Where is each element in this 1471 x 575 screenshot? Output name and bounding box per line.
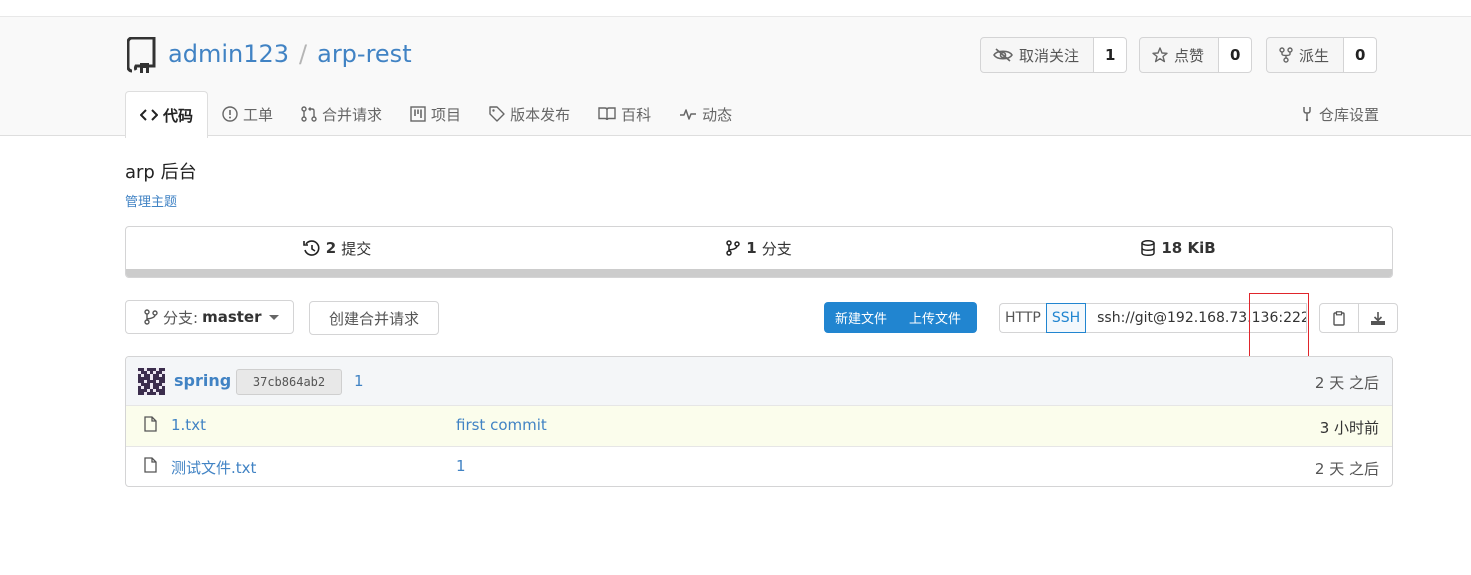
- branch-icon: [144, 309, 158, 325]
- file-name[interactable]: 测试文件.txt: [171, 457, 256, 478]
- language-bar: [126, 269, 1392, 277]
- repo-owner-link[interactable]: admin123: [168, 40, 289, 68]
- file-commit-message[interactable]: first commit: [456, 416, 547, 434]
- commit-author[interactable]: spring: [174, 371, 231, 390]
- file-name[interactable]: 1.txt: [171, 416, 206, 434]
- tab-code[interactable]: 代码: [125, 91, 209, 138]
- file-commit-message[interactable]: 1: [456, 457, 466, 475]
- download-button[interactable]: [1358, 303, 1399, 333]
- unwatch-button[interactable]: 取消关注: [980, 37, 1095, 73]
- clone-box: HTTP SSH ssh://git@192.168.73.136:222/ad…: [999, 303, 1399, 333]
- history-icon: [302, 239, 320, 256]
- tab-releases[interactable]: 版本发布: [475, 91, 584, 137]
- tab-wiki-label: 百科: [621, 105, 652, 124]
- eye-slash-icon: [993, 48, 1013, 62]
- pull-request-icon: [301, 106, 317, 122]
- database-icon: [1141, 240, 1156, 256]
- tab-issues-label: 工单: [243, 105, 274, 124]
- fork-label: 派生: [1299, 46, 1330, 65]
- repo-header: admin123 / arp-rest 取消关注 1 点赞 0 派生 0 代码 工单: [0, 16, 1471, 138]
- chevron-down-icon: [269, 314, 280, 320]
- tab-pull-requests[interactable]: 合并请求: [287, 91, 396, 137]
- annotation-highlight-box: [1249, 293, 1309, 359]
- tab-releases-label: 版本发布: [510, 105, 571, 124]
- fork-icon: [1279, 47, 1293, 63]
- branches-label: 分支: [761, 239, 792, 258]
- ssh-button[interactable]: SSH: [1045, 303, 1087, 333]
- code-icon: [140, 109, 158, 121]
- tab-issues[interactable]: 工单: [208, 91, 287, 137]
- tab-projects-label: 项目: [431, 105, 462, 124]
- table-row[interactable]: 测试文件.txt 1 2 天 之后: [126, 446, 1392, 486]
- book-icon: [598, 107, 616, 121]
- repo-size: 18 KiB: [1161, 239, 1216, 257]
- copy-url-button[interactable]: [1319, 303, 1360, 333]
- wrench-icon: [1303, 107, 1311, 122]
- commits-stat[interactable]: 2 提交: [126, 227, 548, 269]
- tab-projects[interactable]: 项目: [396, 91, 475, 137]
- http-button[interactable]: HTTP: [999, 303, 1046, 333]
- file-icon: [144, 416, 157, 432]
- commit-sha[interactable]: 37cb864ab2: [236, 369, 342, 395]
- file-icon: [144, 457, 157, 473]
- unwatch-label: 取消关注: [1019, 46, 1080, 65]
- tab-activity-label: 动态: [702, 105, 733, 124]
- star-action: 点赞 0: [1139, 37, 1253, 73]
- latest-commit-row: spring 37cb864ab2 1 2 天 之后: [126, 357, 1392, 405]
- repo-icon: [127, 37, 156, 73]
- new-pull-request-button[interactable]: 创建合并请求: [309, 301, 439, 335]
- star-count[interactable]: 0: [1219, 37, 1253, 73]
- tab-activity[interactable]: 动态: [665, 91, 746, 137]
- commits-count: 2: [325, 239, 337, 257]
- download-icon: [1371, 311, 1386, 325]
- commit-message[interactable]: 1: [354, 372, 364, 390]
- star-icon: [1152, 47, 1168, 63]
- repo-stats: 2 提交 1 分支 18 KiB: [125, 226, 1393, 278]
- new-file-button[interactable]: 新建文件: [824, 308, 898, 327]
- tab-pull-requests-label: 合并请求: [322, 105, 383, 124]
- watch-action: 取消关注 1: [980, 37, 1128, 73]
- clipboard-icon: [1333, 310, 1345, 326]
- repo-title: admin123 / arp-rest: [168, 39, 412, 69]
- project-icon: [410, 106, 426, 122]
- pulse-icon: [680, 109, 697, 120]
- file-commit-time: 3 小时前: [1319, 419, 1379, 437]
- branch-prefix: 分支:: [163, 308, 199, 327]
- repo-name-link[interactable]: arp-rest: [317, 40, 412, 68]
- tab-settings[interactable]: 仓库设置: [1300, 91, 1379, 137]
- repo-description: arp 后台: [125, 162, 197, 183]
- manage-topics-link[interactable]: 管理主题: [125, 191, 177, 210]
- file-list: spring 37cb864ab2 1 2 天 之后 1.txt first c…: [125, 356, 1393, 487]
- file-actions: 新建文件 上传文件: [824, 302, 977, 333]
- upload-file-button[interactable]: 上传文件: [898, 308, 972, 327]
- file-commit-time: 2 天 之后: [1314, 460, 1379, 478]
- fork-count[interactable]: 0: [1344, 37, 1378, 73]
- path-separator: /: [299, 40, 308, 68]
- table-row[interactable]: 1.txt first commit 3 小时前: [126, 405, 1392, 446]
- branch-dropdown[interactable]: 分支: master: [125, 300, 294, 334]
- commits-label: 提交: [341, 239, 372, 258]
- tab-wiki[interactable]: 百科: [584, 91, 665, 137]
- issue-icon: [222, 106, 238, 122]
- branches-stat[interactable]: 1 分支: [548, 227, 970, 269]
- branch-name: master: [202, 308, 262, 326]
- star-button[interactable]: 点赞: [1139, 37, 1220, 73]
- branch-icon: [726, 240, 741, 256]
- tab-code-label: 代码: [163, 106, 194, 125]
- tag-icon: [489, 106, 505, 122]
- tab-settings-label: 仓库设置: [1318, 105, 1379, 124]
- watch-count[interactable]: 1: [1094, 37, 1128, 73]
- size-stat: 18 KiB: [970, 227, 1392, 269]
- repo-tabs: 代码 工单 合并请求 项目 版本发布 百科 动态: [125, 91, 746, 138]
- star-label: 点赞: [1174, 46, 1205, 65]
- fork-button[interactable]: 派生: [1266, 37, 1345, 73]
- branches-count: 1: [746, 239, 757, 257]
- fork-action: 派生 0: [1266, 37, 1378, 73]
- commit-time: 2 天 之后: [1314, 374, 1379, 392]
- avatar[interactable]: [138, 368, 165, 395]
